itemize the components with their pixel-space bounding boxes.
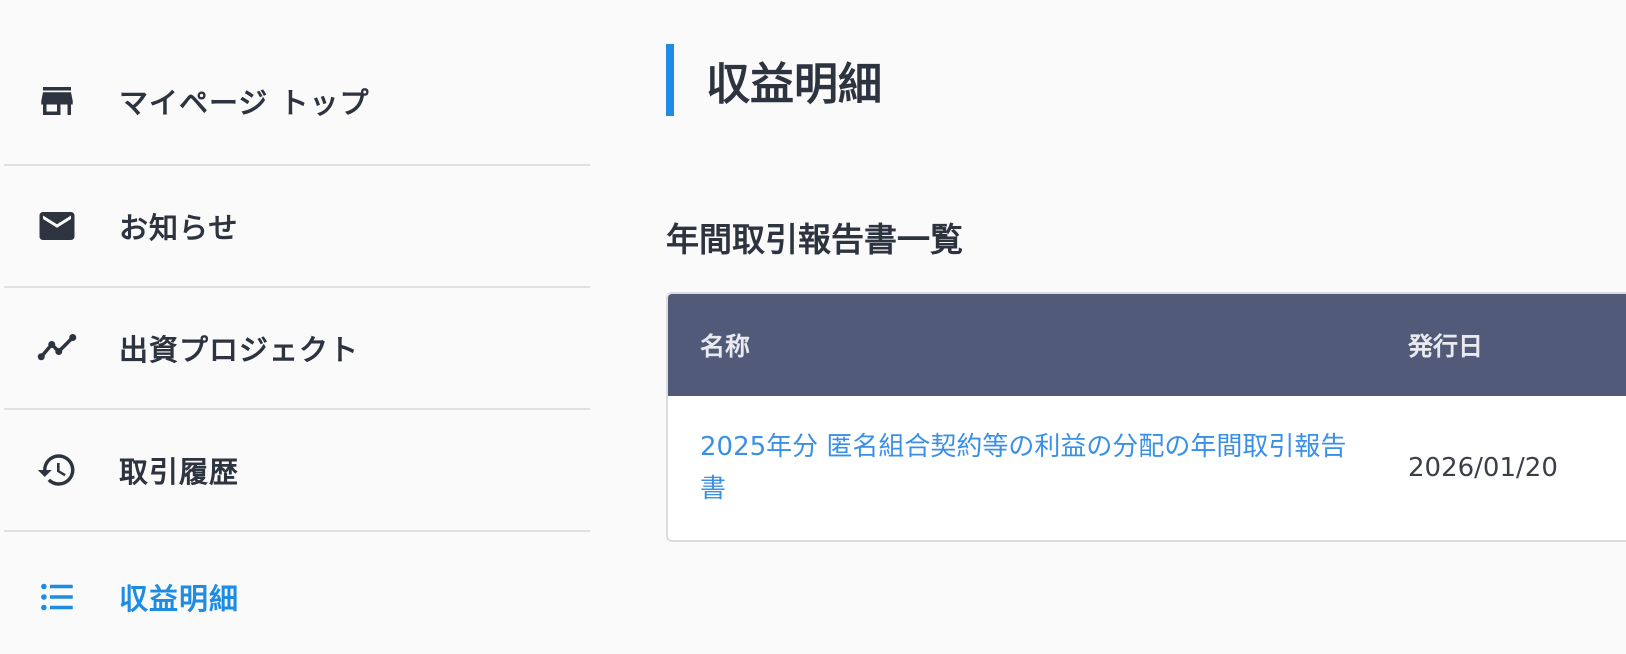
sidebar-item-mypage-top[interactable]: マイページ トップ — [4, 0, 590, 166]
sidebar-item-transaction-history[interactable]: 取引履歴 — [4, 410, 590, 532]
history-icon — [36, 449, 78, 491]
sidebar-item-label: 出資プロジェクト — [119, 333, 360, 367]
sidebar-item-label: マイページ トップ — [119, 86, 370, 120]
sidebar-item-investment-projects[interactable]: 出資プロジェクト — [4, 288, 590, 410]
column-header-issue-date: 発行日 — [1408, 332, 1484, 361]
sidebar-nav: マイページ トップ お知らせ 出資プロジェクト 取引履歴 収益明細 — [4, 0, 590, 654]
sidebar-item-notifications[interactable]: お知らせ — [4, 166, 590, 288]
report-link[interactable]: 2025年分 匿名組合契約等の利益の分配の年間取引報告書 — [700, 426, 1350, 510]
page-title: 収益明細 — [666, 44, 882, 116]
store-icon — [36, 80, 78, 122]
column-header-name: 名称 — [700, 332, 751, 361]
sidebar-item-revenue-statement[interactable]: 収益明細 — [4, 532, 590, 654]
section-title: 年間取引報告書一覧 — [666, 220, 963, 259]
sidebar-item-label: 収益明細 — [119, 582, 240, 616]
table-header-row: 名称 発行日 — [668, 294, 1626, 396]
table-cell-name: 2025年分 匿名組合契約等の利益の分配の年間取引報告書 — [668, 396, 1368, 540]
sidebar-item-label: 取引履歴 — [119, 455, 240, 489]
sidebar-item-label: お知らせ — [119, 211, 239, 245]
table-cell-issue-date: 2026/01/20 — [1408, 453, 1558, 483]
trending-icon — [36, 327, 78, 369]
annual-report-table: 名称 発行日 2025年分 匿名組合契約等の利益の分配の年間取引報告書 2026… — [666, 292, 1626, 542]
table-row: 2025年分 匿名組合契約等の利益の分配の年間取引報告書 2026/01/20 — [668, 396, 1626, 540]
list-icon — [36, 576, 78, 618]
page: マイページ トップ お知らせ 出資プロジェクト 取引履歴 収益明細 収益明細 年… — [0, 0, 1626, 654]
mail-icon — [36, 205, 78, 247]
